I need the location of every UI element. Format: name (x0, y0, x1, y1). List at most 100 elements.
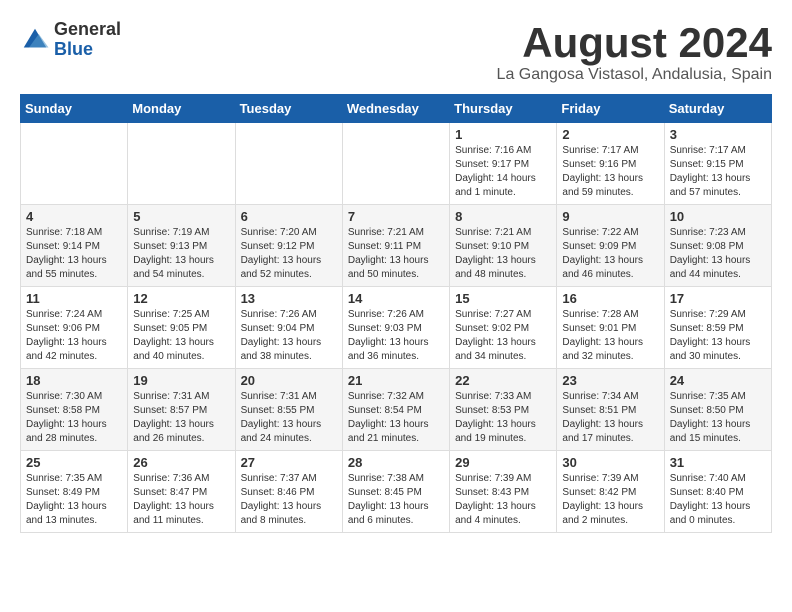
calendar-cell (235, 123, 342, 205)
day-info: Sunrise: 7:40 AM Sunset: 8:40 PM Dayligh… (670, 472, 766, 528)
day-number: 31 (670, 455, 766, 470)
day-info: Sunrise: 7:25 AM Sunset: 9:05 PM Dayligh… (133, 308, 229, 364)
calendar-cell: 12 Sunrise: 7:25 AM Sunset: 9:05 PM Dayli… (128, 287, 235, 369)
day-info: Sunrise: 7:36 AM Sunset: 8:47 PM Dayligh… (133, 472, 229, 528)
day-number: 5 (133, 209, 229, 224)
calendar-cell: 2 Sunrise: 7:17 AM Sunset: 9:16 PM Daylig… (557, 123, 664, 205)
calendar-cell: 15 Sunrise: 7:27 AM Sunset: 9:02 PM Dayli… (450, 287, 557, 369)
day-number: 14 (348, 291, 444, 306)
calendar-week-row: 11Sunrise: 7:24 AM Sunset: 9:06 PM Dayli… (21, 287, 772, 369)
day-info: Sunrise: 7:31 AM Sunset: 8:55 PM Dayligh… (241, 390, 337, 446)
day-number: 11 (26, 291, 122, 306)
day-number: 4 (26, 209, 122, 224)
day-number: 17 (670, 291, 766, 306)
day-number: 2 (562, 127, 658, 142)
day-number: 13 (241, 291, 337, 306)
day-info: Sunrise: 7:18 AM Sunset: 9:14 PM Dayligh… (26, 226, 122, 282)
header-sunday: Sunday (21, 95, 128, 123)
calendar-cell: 22Sunrise: 7:33 AM Sunset: 8:53 PM Dayli… (450, 369, 557, 451)
calendar-cell: 4 Sunrise: 7:18 AM Sunset: 9:14 PM Daylig… (21, 205, 128, 287)
day-info: Sunrise: 7:34 AM Sunset: 8:51 PM Dayligh… (562, 390, 658, 446)
day-info: Sunrise: 7:27 AM Sunset: 9:02 PM Dayligh… (455, 308, 551, 364)
day-info: Sunrise: 7:22 AM Sunset: 9:09 PM Dayligh… (562, 226, 658, 282)
logo-icon (20, 25, 50, 55)
calendar-cell: 14 Sunrise: 7:26 AM Sunset: 9:03 PM Dayli… (342, 287, 449, 369)
day-info: Sunrise: 7:17 AM Sunset: 9:16 PM Dayligh… (562, 144, 658, 200)
header-tuesday: Tuesday (235, 95, 342, 123)
day-number: 9 (562, 209, 658, 224)
header-thursday: Thursday (450, 95, 557, 123)
day-number: 18 (26, 373, 122, 388)
day-info: Sunrise: 7:23 AM Sunset: 9:08 PM Dayligh… (670, 226, 766, 282)
header: General Blue August 2024 La Gangosa Vist… (20, 20, 772, 84)
logo: General Blue (20, 20, 121, 60)
calendar-cell (21, 123, 128, 205)
day-info: Sunrise: 7:19 AM Sunset: 9:13 PM Dayligh… (133, 226, 229, 282)
calendar-cell: 16 Sunrise: 7:28 AM Sunset: 9:01 PM Dayli… (557, 287, 664, 369)
calendar-cell: 30Sunrise: 7:39 AM Sunset: 8:42 PM Dayli… (557, 451, 664, 533)
calendar-cell: 26 Sunrise: 7:36 AM Sunset: 8:47 PM Dayli… (128, 451, 235, 533)
day-info: Sunrise: 7:35 AM Sunset: 8:49 PM Dayligh… (26, 472, 122, 528)
calendar-week-row: 25 Sunrise: 7:35 AM Sunset: 8:49 PM Dayli… (21, 451, 772, 533)
calendar-table: SundayMondayTuesdayWednesdayThursdayFrid… (20, 94, 772, 533)
header-wednesday: Wednesday (342, 95, 449, 123)
day-number: 26 (133, 455, 229, 470)
day-info: Sunrise: 7:30 AM Sunset: 8:58 PM Dayligh… (26, 390, 122, 446)
calendar-cell: 20 Sunrise: 7:31 AM Sunset: 8:55 PM Dayli… (235, 369, 342, 451)
subtitle: La Gangosa Vistasol, Andalusia, Spain (497, 66, 772, 84)
calendar-cell: 1 Sunrise: 7:16 AM Sunset: 9:17 PM Daylig… (450, 123, 557, 205)
calendar-cell: 31 Sunrise: 7:40 AM Sunset: 8:40 PM Dayli… (664, 451, 771, 533)
day-info: Sunrise: 7:16 AM Sunset: 9:17 PM Dayligh… (455, 144, 551, 200)
calendar-week-row: 4 Sunrise: 7:18 AM Sunset: 9:14 PM Daylig… (21, 205, 772, 287)
day-number: 7 (348, 209, 444, 224)
title-section: August 2024 La Gangosa Vistasol, Andalus… (497, 20, 772, 84)
logo-text: General Blue (54, 20, 121, 60)
calendar-cell: 25 Sunrise: 7:35 AM Sunset: 8:49 PM Dayli… (21, 451, 128, 533)
calendar-cell: 10 Sunrise: 7:23 AM Sunset: 9:08 PM Dayli… (664, 205, 771, 287)
day-number: 22 (455, 373, 551, 388)
calendar-cell: 11Sunrise: 7:24 AM Sunset: 9:06 PM Dayli… (21, 287, 128, 369)
calendar-cell: 17Sunrise: 7:29 AM Sunset: 8:59 PM Dayli… (664, 287, 771, 369)
main-title: August 2024 (497, 20, 772, 66)
day-number: 3 (670, 127, 766, 142)
day-number: 12 (133, 291, 229, 306)
calendar-cell: 3 Sunrise: 7:17 AM Sunset: 9:15 PM Daylig… (664, 123, 771, 205)
day-number: 29 (455, 455, 551, 470)
calendar-cell: 23 Sunrise: 7:34 AM Sunset: 8:51 PM Dayli… (557, 369, 664, 451)
day-number: 20 (241, 373, 337, 388)
calendar-week-row: 18 Sunrise: 7:30 AM Sunset: 8:58 PM Dayli… (21, 369, 772, 451)
day-number: 1 (455, 127, 551, 142)
calendar-cell: 8Sunrise: 7:21 AM Sunset: 9:10 PM Daylig… (450, 205, 557, 287)
header-friday: Friday (557, 95, 664, 123)
day-number: 19 (133, 373, 229, 388)
day-info: Sunrise: 7:32 AM Sunset: 8:54 PM Dayligh… (348, 390, 444, 446)
day-number: 24 (670, 373, 766, 388)
day-info: Sunrise: 7:20 AM Sunset: 9:12 PM Dayligh… (241, 226, 337, 282)
day-info: Sunrise: 7:21 AM Sunset: 9:11 PM Dayligh… (348, 226, 444, 282)
calendar-cell: 6 Sunrise: 7:20 AM Sunset: 9:12 PM Daylig… (235, 205, 342, 287)
header-saturday: Saturday (664, 95, 771, 123)
calendar-header-row: SundayMondayTuesdayWednesdayThursdayFrid… (21, 95, 772, 123)
calendar-cell: 29 Sunrise: 7:39 AM Sunset: 8:43 PM Dayli… (450, 451, 557, 533)
calendar-cell: 13Sunrise: 7:26 AM Sunset: 9:04 PM Dayli… (235, 287, 342, 369)
day-info: Sunrise: 7:35 AM Sunset: 8:50 PM Dayligh… (670, 390, 766, 446)
day-number: 16 (562, 291, 658, 306)
day-info: Sunrise: 7:26 AM Sunset: 9:03 PM Dayligh… (348, 308, 444, 364)
calendar-cell: 24 Sunrise: 7:35 AM Sunset: 8:50 PM Dayli… (664, 369, 771, 451)
day-number: 25 (26, 455, 122, 470)
calendar-cell: 9 Sunrise: 7:22 AM Sunset: 9:09 PM Daylig… (557, 205, 664, 287)
day-number: 23 (562, 373, 658, 388)
day-number: 10 (670, 209, 766, 224)
calendar-cell: 19Sunrise: 7:31 AM Sunset: 8:57 PM Dayli… (128, 369, 235, 451)
day-number: 15 (455, 291, 551, 306)
logo-general-text: General (54, 20, 121, 40)
day-number: 6 (241, 209, 337, 224)
day-info: Sunrise: 7:17 AM Sunset: 9:15 PM Dayligh… (670, 144, 766, 200)
day-info: Sunrise: 7:21 AM Sunset: 9:10 PM Dayligh… (455, 226, 551, 282)
day-info: Sunrise: 7:28 AM Sunset: 9:01 PM Dayligh… (562, 308, 658, 364)
day-number: 27 (241, 455, 337, 470)
day-info: Sunrise: 7:39 AM Sunset: 8:43 PM Dayligh… (455, 472, 551, 528)
calendar-cell: 5 Sunrise: 7:19 AM Sunset: 9:13 PM Daylig… (128, 205, 235, 287)
day-number: 30 (562, 455, 658, 470)
calendar-cell: 21Sunrise: 7:32 AM Sunset: 8:54 PM Dayli… (342, 369, 449, 451)
